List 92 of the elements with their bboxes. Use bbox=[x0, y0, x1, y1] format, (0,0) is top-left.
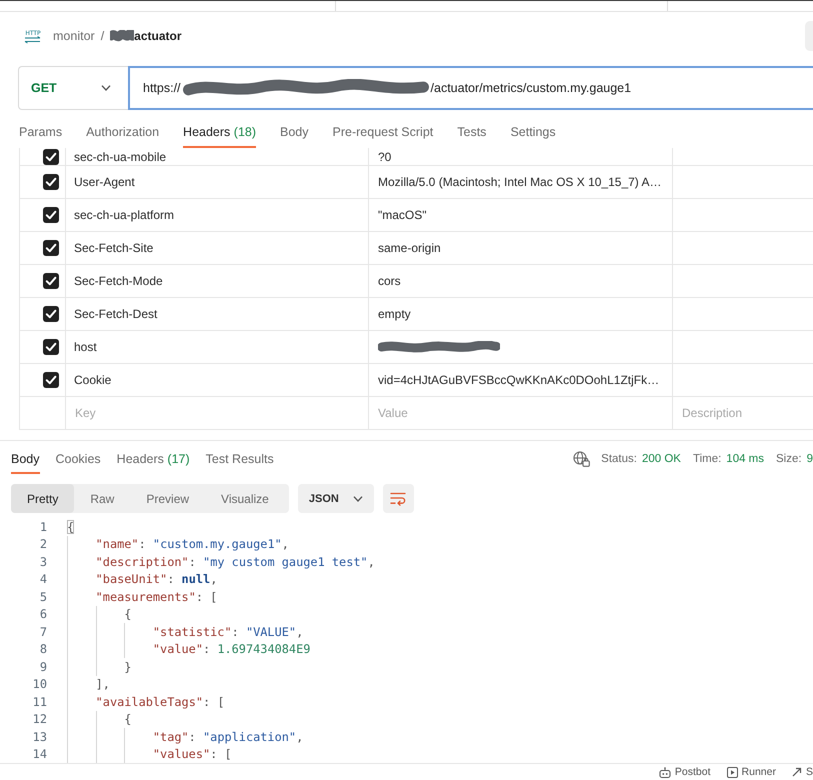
tab[interactable]: Headers (18) bbox=[183, 124, 256, 148]
line-number: 10 bbox=[32, 677, 47, 692]
caret-icon bbox=[352, 496, 363, 502]
line-number: 12 bbox=[32, 712, 47, 726]
checkbox[interactable] bbox=[43, 207, 59, 223]
caret-icon bbox=[101, 85, 111, 91]
header-value[interactable]: cors bbox=[378, 274, 401, 288]
globe-lock-icon[interactable] bbox=[573, 451, 590, 467]
header-value[interactable]: same-origin bbox=[378, 241, 441, 255]
checkbox[interactable] bbox=[43, 148, 59, 164]
view-mode-tab[interactable]: Pretty bbox=[11, 484, 74, 513]
description-field[interactable]: Description bbox=[673, 397, 813, 429]
checkbox[interactable] bbox=[43, 240, 59, 256]
stat-label: Size: bbox=[776, 452, 802, 467]
value-field[interactable]: Value bbox=[369, 397, 672, 429]
header-key[interactable]: Cookie bbox=[74, 373, 112, 387]
tab[interactable]: Body bbox=[11, 451, 40, 474]
header-value[interactable]: Mozilla/5.0 (Macintosh; Intel Mac OS X 10_15_7) A… bbox=[378, 175, 662, 189]
header-key[interactable]: User-Agent bbox=[74, 175, 135, 189]
view-mode-tab[interactable]: Raw bbox=[74, 484, 130, 513]
header-key[interactable]: Sec-Fetch-Mode bbox=[74, 274, 163, 288]
code-line: "tag": "application", bbox=[152, 730, 304, 744]
code-line: } bbox=[124, 660, 132, 674]
method-select[interactable]: GET bbox=[18, 66, 128, 110]
code-line: "availableTags": [ bbox=[96, 694, 224, 709]
collection-name[interactable]: monitor bbox=[53, 29, 95, 43]
stat-label: Time: bbox=[692, 452, 722, 467]
breadcrumb-separator: / bbox=[100, 29, 104, 43]
checkbox[interactable] bbox=[43, 273, 59, 289]
footer-label[interactable]: S bbox=[806, 766, 813, 778]
stat-label: Status: bbox=[601, 452, 637, 467]
code-line: "statistic": "VALUE", bbox=[152, 624, 304, 639]
header-key[interactable]: Sec-Fetch-Dest bbox=[74, 307, 158, 321]
line-number: 2 bbox=[40, 537, 47, 552]
tab[interactable]: Test Results bbox=[206, 451, 274, 474]
format-select[interactable]: JSON bbox=[298, 484, 374, 513]
wrap-button[interactable] bbox=[382, 484, 414, 513]
stat-value: 104 ms bbox=[726, 452, 764, 467]
tab[interactable]: Headers (17) bbox=[116, 451, 190, 474]
request-name[interactable]: actuator bbox=[134, 29, 182, 43]
tab[interactable]: Cookies bbox=[56, 451, 101, 474]
code-line: "value": 1.697434084E9 bbox=[152, 642, 310, 656]
header-value[interactable]: vid=4cHJtAGuBVFSBccQwKKnAKc0DOohL1ZtjFk… bbox=[378, 373, 660, 387]
line-number: 3 bbox=[40, 554, 47, 569]
tab[interactable]: Authorization bbox=[86, 124, 160, 148]
tab[interactable]: Params bbox=[19, 124, 62, 148]
code-line: "values": [ bbox=[152, 747, 232, 762]
code-line: { bbox=[124, 712, 132, 726]
code-line: { bbox=[124, 607, 132, 622]
view-mode-tab[interactable]: Visualize bbox=[205, 484, 285, 513]
code-line: "measurements": [ bbox=[96, 590, 218, 604]
stat-value: 9 bbox=[806, 452, 813, 467]
line-number: 1 bbox=[40, 520, 47, 534]
code-line: { bbox=[67, 520, 74, 534]
line-number: 14 bbox=[32, 747, 47, 762]
header-key[interactable]: Sec-Fetch-Site bbox=[74, 241, 154, 255]
square-play-icon[interactable] bbox=[726, 766, 738, 778]
checkbox[interactable] bbox=[43, 174, 59, 190]
code-line: ], bbox=[96, 677, 110, 692]
header-key[interactable]: host bbox=[74, 340, 97, 354]
wrap-lines-icon bbox=[390, 492, 406, 506]
tab[interactable]: Settings bbox=[510, 124, 556, 148]
tab[interactable]: Pre-request Script bbox=[332, 124, 434, 148]
robot-icon[interactable] bbox=[658, 766, 671, 778]
line-number: 9 bbox=[40, 660, 47, 674]
header-key[interactable]: sec-ch-ua-mobile bbox=[74, 150, 166, 164]
line-number: 4 bbox=[40, 572, 47, 586]
footer-label[interactable]: Runner bbox=[742, 766, 776, 778]
tab[interactable]: Tests bbox=[457, 124, 486, 148]
line-number: 6 bbox=[40, 607, 47, 622]
line-number: 7 bbox=[40, 624, 47, 639]
code-line: "baseUnit": null, bbox=[96, 572, 218, 586]
arrow-icon[interactable] bbox=[792, 767, 802, 777]
line-number: 11 bbox=[32, 694, 47, 709]
line-number: 8 bbox=[40, 642, 47, 656]
checkbox[interactable] bbox=[43, 372, 59, 388]
tab[interactable]: Body bbox=[280, 124, 309, 148]
code-line: "description": "my custom gauge1 test", bbox=[96, 554, 375, 569]
header-value[interactable]: empty bbox=[378, 307, 411, 321]
key-field[interactable]: Key bbox=[66, 397, 368, 429]
checkbox[interactable] bbox=[43, 306, 59, 322]
header-value[interactable]: "macOS" bbox=[378, 208, 427, 222]
view-mode-tab[interactable]: Preview bbox=[130, 484, 206, 513]
header-value[interactable]: ?0 bbox=[378, 150, 392, 164]
checkbox[interactable] bbox=[43, 339, 59, 355]
stat-value: 200 OK bbox=[642, 452, 681, 467]
footer-label[interactable]: Postbot bbox=[674, 766, 711, 778]
line-number: 5 bbox=[40, 590, 47, 604]
line-number: 13 bbox=[32, 730, 47, 744]
url-field[interactable]: https:// /actuator/metrics/custom.my.gauge1 bbox=[128, 66, 813, 110]
header-key[interactable]: sec-ch-ua-platform bbox=[74, 208, 174, 222]
code-line: "name": "custom.my.gauge1", bbox=[96, 537, 289, 552]
